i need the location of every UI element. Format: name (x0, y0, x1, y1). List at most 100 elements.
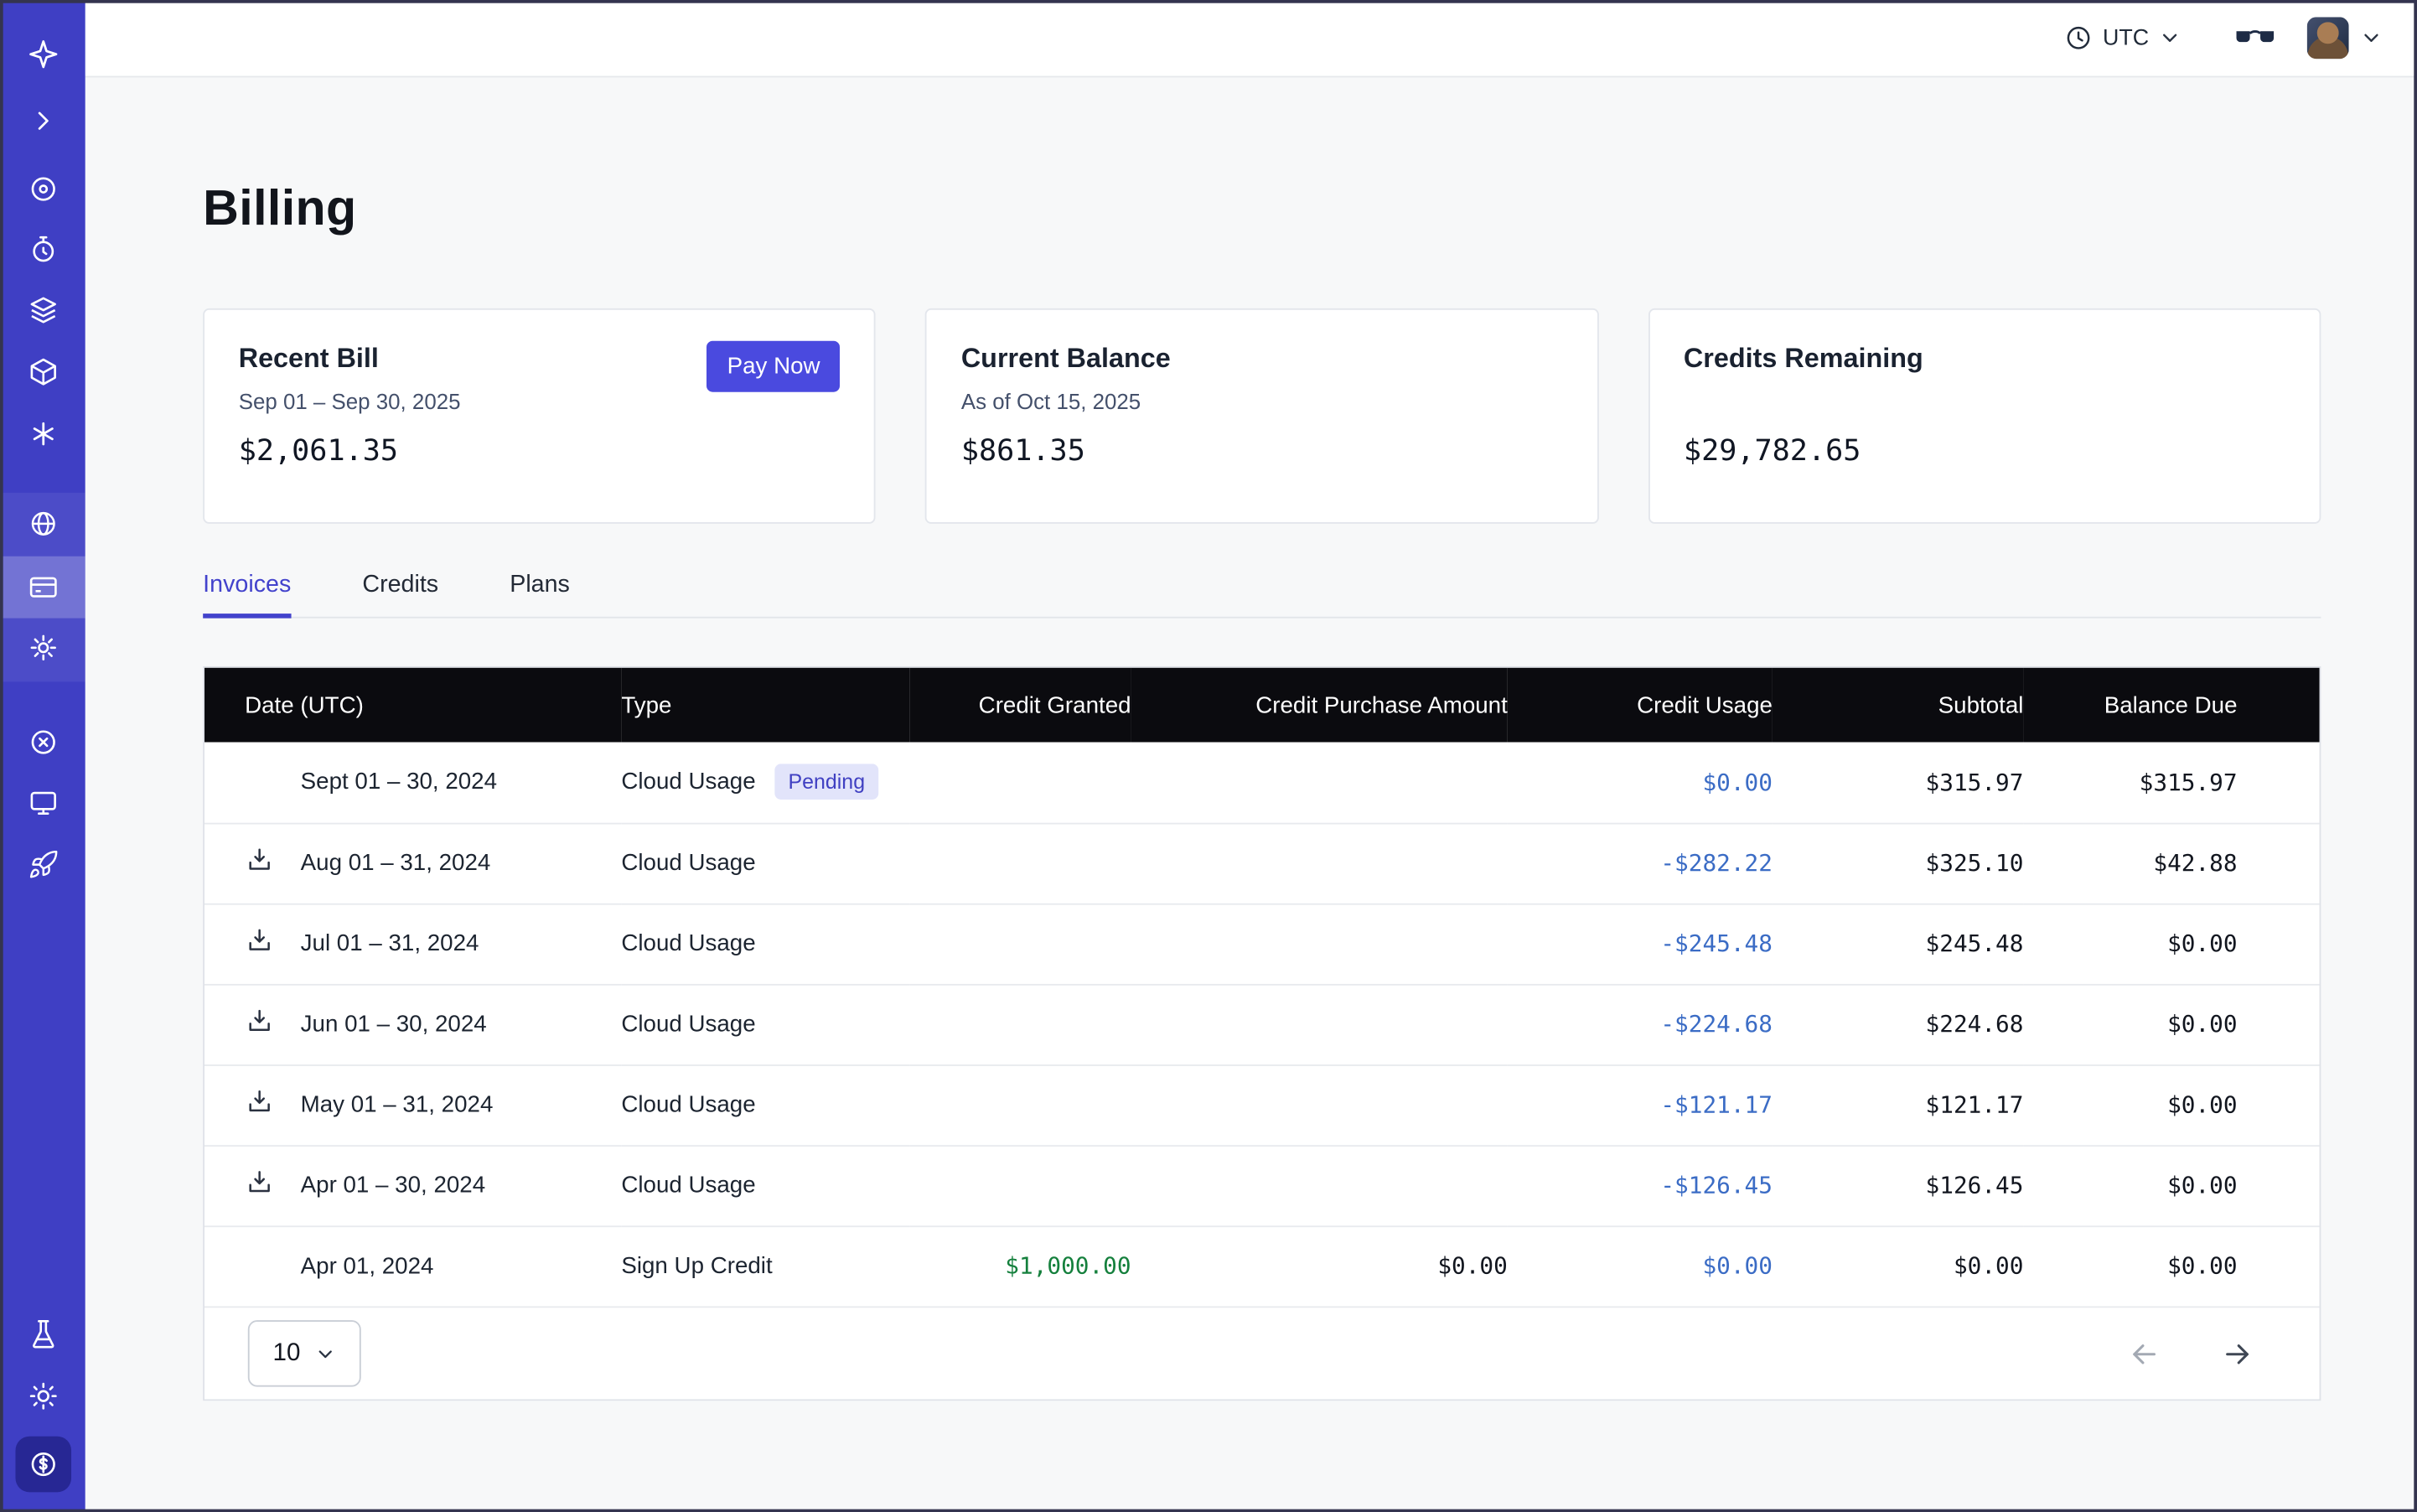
invoice-type: Cloud Usage (621, 1173, 755, 1199)
invoice-row: Apr 01, 2024Sign Up Credit$1,000.00$0.00… (204, 1225, 2320, 1306)
monitor-icon[interactable] (12, 772, 74, 834)
invoice-row: May 01 – 31, 2024 Cloud Usage -$121.17$121… (204, 1064, 2320, 1145)
invoice-date: Jun 01 – 30, 2024 (301, 1010, 487, 1036)
card-title: Current Balance (961, 343, 1563, 375)
card-amount: $861.35 (961, 434, 1563, 469)
topbar: UTC (85, 0, 2417, 77)
credit-usage-cell: -$245.48 (1508, 904, 1773, 984)
previous-page-button[interactable] (2127, 1337, 2161, 1371)
credit-purchase-cell (1131, 823, 1508, 904)
column-header-balance-due: Balance Due (2023, 668, 2319, 743)
credit-usage-cell: -$224.68 (1508, 984, 1773, 1064)
balance-due-cell: $0.00 (2023, 1225, 2319, 1306)
invoice-type: Cloud Usage (621, 931, 755, 957)
download-invoice-button[interactable] (245, 926, 274, 955)
card-subtitle: As of Oct 15, 2025 (961, 389, 1563, 415)
clock-icon (2064, 23, 2094, 53)
subtotal-cell: $315.97 (1773, 743, 2023, 823)
logo-star-icon (12, 23, 74, 85)
invoice-row: Sept 01 – 30, 2024Cloud UsagePending$0.0… (204, 743, 2320, 823)
card-subtitle: Sep 01 – Sep 30, 2025 (239, 389, 841, 415)
download-invoice-button[interactable] (245, 1007, 274, 1036)
invoice-date: Jul 01 – 31, 2024 (301, 929, 479, 955)
package-icon[interactable] (12, 341, 74, 403)
invoice-date: May 01 – 31, 2024 (301, 1090, 494, 1116)
invoice-date: Aug 01 – 31, 2024 (301, 849, 491, 875)
credit-usage-cell: -$282.22 (1508, 823, 1773, 904)
credit-usage-cell: $0.00 (1508, 743, 1773, 823)
target-icon[interactable] (12, 158, 74, 220)
sidebar (0, 0, 85, 1512)
invoice-date: Apr 01 – 30, 2024 (301, 1172, 485, 1198)
tab-credits[interactable]: Credits (362, 572, 438, 617)
credit-granted-cell (909, 743, 1131, 823)
download-invoice-button[interactable] (245, 1087, 274, 1116)
credit-usage-cell: -$126.45 (1508, 1145, 1773, 1225)
next-page-button[interactable] (2220, 1337, 2254, 1371)
balance-due-cell: $0.00 (2023, 984, 2319, 1064)
rocket-icon[interactable] (12, 834, 74, 896)
timezone-selector[interactable]: UTC (2064, 23, 2182, 53)
invoices-table: Date (UTC) Type Credit Granted Credit Pu… (203, 666, 2321, 1401)
card-amount: $2,061.35 (239, 434, 841, 469)
credit-purchase-cell (1131, 984, 1508, 1064)
credit-granted-cell (909, 1064, 1131, 1145)
credit-usage-cell: -$121.17 (1508, 1064, 1773, 1145)
current-balance-card: Current Balance As of Oct 15, 2025 $861.… (925, 308, 1598, 524)
subtotal-cell: $0.00 (1773, 1225, 2023, 1306)
tab-plans[interactable]: Plans (510, 572, 570, 617)
invoice-row: Jun 01 – 30, 2024Cloud Usage-$224.68$224… (204, 984, 2320, 1064)
subtotal-cell: $325.10 (1773, 823, 2023, 904)
subtotal-cell: $121.17 (1773, 1064, 2023, 1145)
page-size-select[interactable]: 10 (248, 1320, 361, 1386)
sun-icon[interactable] (12, 1365, 74, 1427)
card-amount: $29,782.65 (1684, 434, 2285, 469)
invoice-type: Cloud Usage (621, 769, 755, 795)
credit-usage-cell: $0.00 (1508, 1225, 1773, 1306)
layers-icon[interactable] (12, 279, 74, 341)
download-invoice-button[interactable] (245, 1168, 274, 1197)
credit-purchase-cell: $0.00 (1131, 1225, 1508, 1306)
account-menu[interactable] (2307, 17, 2383, 59)
billing-tabs: Invoices Credits Plans (203, 572, 2321, 618)
sidebar-expand-button[interactable] (12, 90, 74, 152)
glasses-icon[interactable] (2234, 23, 2276, 54)
column-header-credit-granted: Credit Granted (909, 668, 1131, 743)
globe-icon[interactable] (12, 493, 74, 555)
download-invoice-button[interactable] (245, 845, 274, 874)
credit-purchase-cell (1131, 1064, 1508, 1145)
main-content: Billing Recent Bill Pay Now Sep 01 – Sep… (85, 77, 2417, 1512)
circle-x-icon[interactable] (12, 712, 74, 774)
column-header-date: Date (UTC) (204, 668, 621, 743)
credit-purchase-cell (1131, 743, 1508, 823)
recent-bill-card: Recent Bill Pay Now Sep 01 – Sep 30, 202… (203, 308, 876, 524)
balance-due-cell: $315.97 (2023, 743, 2319, 823)
dollar-coin-icon[interactable] (15, 1437, 71, 1493)
credit-granted-cell (909, 1145, 1131, 1225)
invoice-type: Sign Up Credit (621, 1254, 772, 1280)
invoice-row: Apr 01 – 30, 2024Cloud Usage-$126.45$126… (204, 1145, 2320, 1225)
credit-granted-cell (909, 984, 1131, 1064)
chevron-down-icon (2158, 26, 2182, 49)
flask-icon[interactable] (12, 1303, 74, 1365)
chevron-down-icon (314, 1343, 336, 1364)
invoice-row: Aug 01 – 31, 2024Cloud Usage-$282.22$325… (204, 823, 2320, 904)
balance-due-cell: $0.00 (2023, 1064, 2319, 1145)
invoice-type: Cloud Usage (621, 1092, 755, 1118)
settings-gear-icon[interactable] (12, 617, 74, 679)
asterisk-icon[interactable] (12, 403, 74, 465)
subtotal-cell: $245.48 (1773, 904, 2023, 984)
tab-invoices[interactable]: Invoices (203, 572, 291, 617)
credit-granted-cell: $1,000.00 (909, 1225, 1131, 1306)
billing-page: UTC Billing Rece (0, 0, 2417, 1512)
pay-now-button[interactable]: Pay Now (707, 341, 841, 392)
invoice-type: Cloud Usage (621, 1012, 755, 1038)
page-title: Billing (203, 179, 2321, 236)
column-header-credit-purchase-amount: Credit Purchase Amount (1131, 668, 1508, 743)
timer-icon[interactable] (12, 219, 74, 281)
credit-card-icon[interactable] (12, 557, 74, 619)
credit-purchase-cell (1131, 904, 1508, 984)
invoice-rows: Sept 01 – 30, 2024Cloud UsagePending$0.0… (204, 743, 2320, 1307)
card-title: Credits Remaining (1684, 343, 2285, 375)
avatar[interactable] (2307, 17, 2349, 59)
